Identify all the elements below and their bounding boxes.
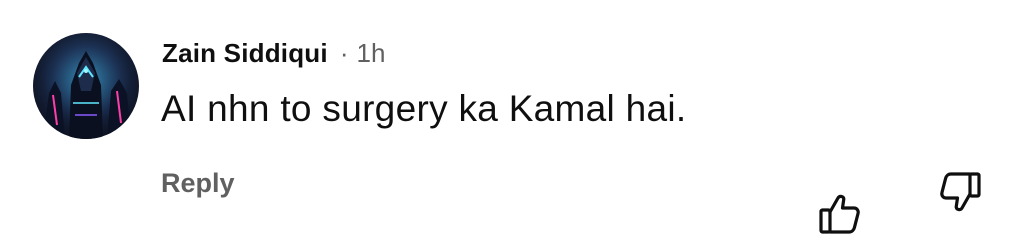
like-button[interactable] [816,190,864,238]
avatar-image [33,33,139,139]
comment-timestamp[interactable]: 1h [356,38,385,69]
comment-item: Zain Siddiqui · 1h AI nhn to surgery ka … [0,0,1024,248]
reply-button[interactable]: Reply [161,168,235,199]
comment-text: AI nhn to surgery ka Kamal hai. [161,88,687,129]
dislike-button[interactable] [936,168,984,216]
thumbs-up-icon [819,194,860,234]
author-name[interactable]: Zain Siddiqui [162,38,328,69]
thumbs-down-icon [940,172,981,212]
avatar[interactable] [33,33,139,139]
comment-header: Zain Siddiqui · 1h [162,36,385,70]
meta-separator: · [339,37,349,68]
